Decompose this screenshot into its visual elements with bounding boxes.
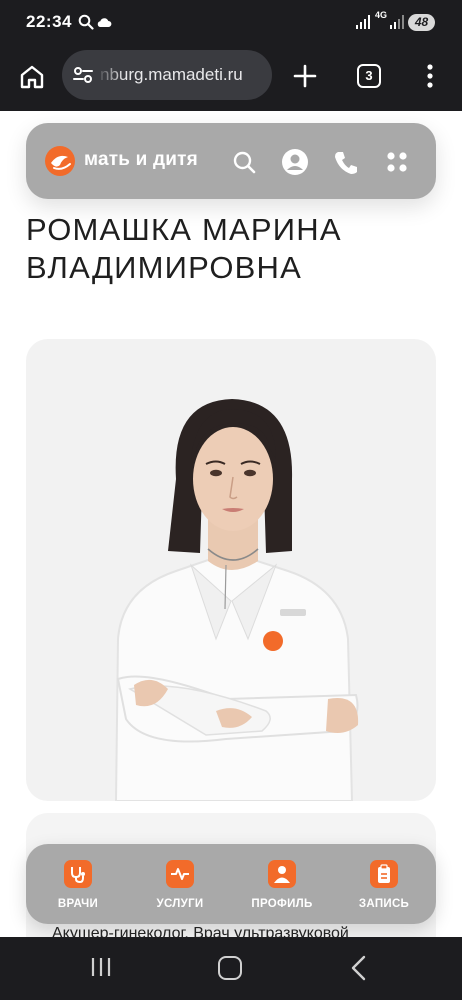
nav-item-services[interactable]: УСЛУГИ: [130, 844, 230, 924]
battery-indicator: 48: [408, 14, 435, 31]
new-tab-icon[interactable]: [292, 63, 318, 89]
system-navigation-bar: [0, 937, 462, 1000]
logo-text[interactable]: мать и дитя: [84, 149, 198, 171]
web-page: Ромашка Марина Владимировна: [0, 111, 462, 937]
more-options-icon[interactable]: [420, 63, 440, 89]
url-fade: [96, 50, 124, 100]
site-header: мать и дитя: [26, 123, 436, 199]
address-bar[interactable]: nburg.mamadeti.ru: [62, 50, 272, 100]
grid-menu-icon[interactable]: [386, 151, 408, 173]
doctor-name: Ромашка Марина Владимировна: [26, 212, 342, 285]
status-time: 22:34: [26, 12, 72, 31]
logo-icon[interactable]: [44, 145, 76, 177]
user-icon: [268, 860, 296, 888]
home-icon[interactable]: [18, 63, 46, 91]
signal-icon: [356, 15, 370, 29]
tab-switcher-button[interactable]: 3: [357, 64, 381, 88]
stethoscope-icon: [64, 860, 92, 888]
recent-apps-icon[interactable]: [89, 956, 113, 978]
nav-label: ЗАПИСЬ: [358, 898, 410, 910]
user-icon[interactable]: [281, 148, 309, 176]
clipboard-icon: [370, 860, 398, 888]
pulse-icon: [166, 860, 194, 888]
nav-label: ВРАЧИ: [57, 898, 99, 910]
back-icon[interactable]: [350, 955, 366, 981]
doctor-specialty: Акушер-гинеколог. Врач ультразвуковой: [52, 925, 349, 937]
status-bar: 22:34 4G 48: [0, 0, 462, 46]
site-settings-icon[interactable]: [72, 64, 94, 86]
nav-label: ПРОФИЛЬ: [251, 898, 313, 910]
browser-toolbar: nburg.mamadeti.ru 3: [0, 46, 462, 111]
screen: 22:34 4G 48 nburg.mamadeti.ru 3 РОМАШКА …: [0, 0, 462, 1000]
nav-item-appointment[interactable]: ЗАПИСЬ: [334, 844, 434, 924]
network-type: 4G: [374, 10, 387, 20]
doctor-portrait: [114, 399, 359, 801]
doctor-photo-card: [26, 339, 436, 801]
search-icon: [78, 14, 94, 30]
bottom-navigation: ВРАЧИ УСЛУГИ ПРОФИЛЬ ЗАПИСЬ: [26, 844, 436, 924]
cloud-icon: [97, 18, 112, 27]
signal-icon-2: [390, 15, 404, 29]
nav-item-profile[interactable]: ПРОФИЛЬ: [232, 844, 332, 924]
search-icon[interactable]: [232, 150, 256, 174]
nav-item-doctors[interactable]: ВРАЧИ: [28, 844, 128, 924]
system-home-icon[interactable]: [218, 956, 242, 980]
nav-label: УСЛУГИ: [156, 898, 204, 910]
phone-icon[interactable]: [333, 149, 359, 175]
